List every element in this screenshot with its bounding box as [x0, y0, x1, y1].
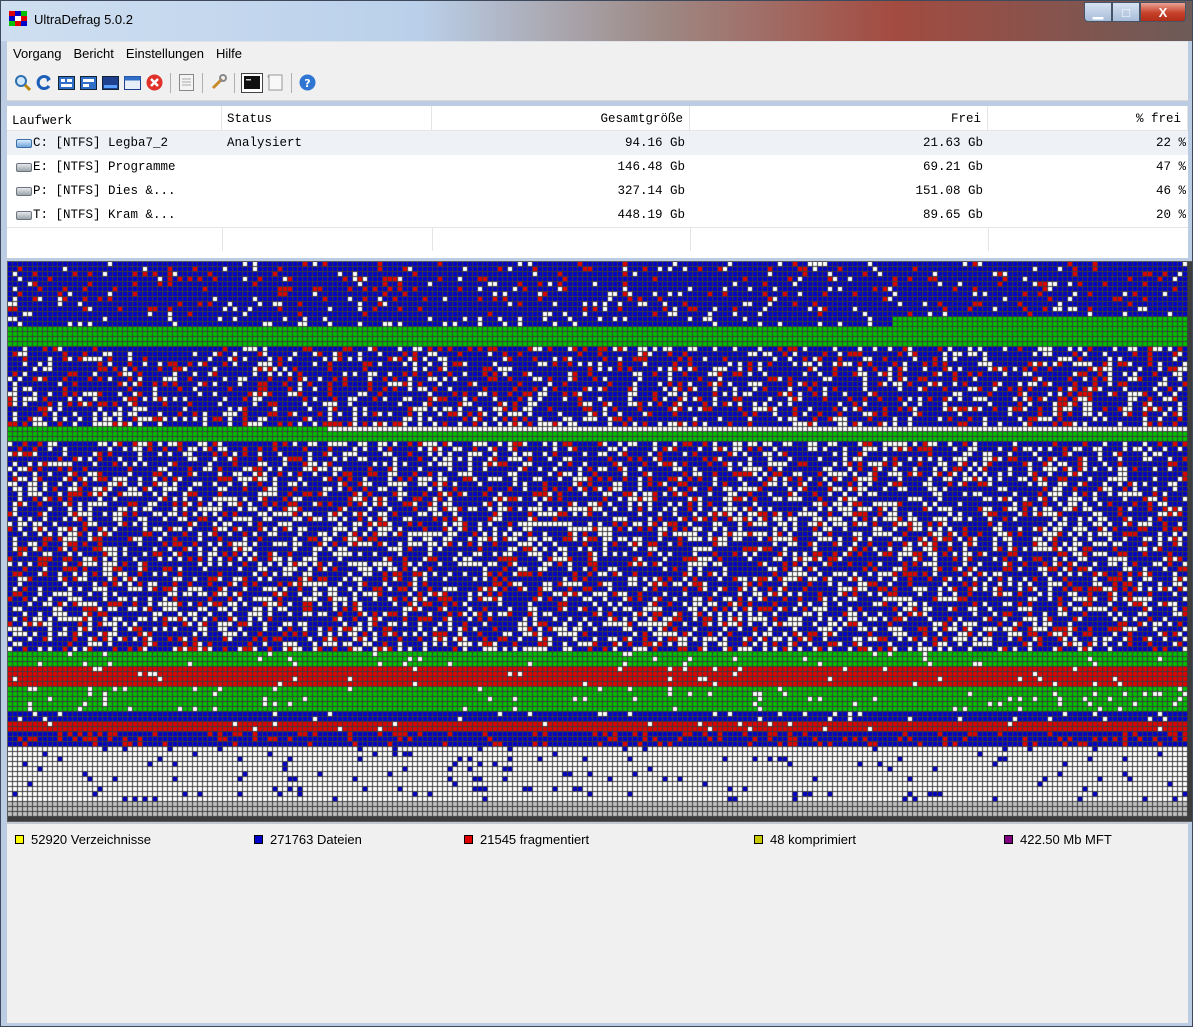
drive-icon [16, 210, 32, 220]
toolbar-separator [170, 72, 171, 93]
total-size-cell: 94.16 Gb [624, 136, 685, 150]
drive-row[interactable]: P: [NTFS] Dies &... 327.14 Gb 151.08 Gb … [7, 179, 1188, 203]
maximize-button[interactable]: □ [1112, 2, 1140, 22]
total-size-cell: 146.48 Gb [617, 160, 685, 174]
boot-script-icon[interactable] [266, 73, 285, 92]
drive-cell: P: [NTFS] Dies &... [7, 184, 222, 198]
menu-bar: Vorgang Bericht Einstellungen Hilfe [7, 41, 1188, 65]
drive-label: E: [NTFS] Programme [33, 160, 176, 174]
window-controls: ▁ □ X [1084, 2, 1186, 22]
compressed-count: 48 komprimiert [770, 832, 856, 847]
help-icon[interactable]: ? [298, 73, 317, 92]
drive-label: T: [NTFS] Kram &... [33, 208, 176, 222]
column-header-status[interactable]: Status [222, 106, 432, 130]
toolbar-separator [234, 72, 235, 93]
status-cell: Analysiert [227, 136, 303, 150]
free-cell: 89.65 Gb [922, 208, 983, 222]
minimize-button[interactable]: ▁ [1084, 2, 1112, 22]
close-button[interactable]: X [1140, 2, 1186, 22]
drive-cell: E: [NTFS] Programme [7, 160, 222, 174]
toolbar-separator [291, 72, 292, 93]
directories-count: 52920 Verzeichnisse [31, 832, 151, 847]
column-header-laufwerk[interactable]: Laufwerk [7, 106, 222, 130]
empty-cell [988, 228, 1188, 251]
drive-icon [16, 138, 32, 148]
directories-legend-icon [15, 835, 24, 844]
report-icon[interactable] [177, 73, 196, 92]
percent-free-cell: 20 % [1155, 208, 1186, 222]
drive-list: Laufwerk Status Gesamtgröße Frei % frei … [7, 106, 1188, 258]
drive-icon [16, 186, 32, 196]
drive-icon [16, 162, 32, 172]
status-directories: 52920 Verzeichnisse [7, 832, 246, 847]
menu-vorgang[interactable]: Vorgang [7, 43, 67, 65]
empty-row [7, 227, 1188, 251]
mft-legend-icon [1004, 835, 1013, 844]
cluster-map-panel[interactable] [7, 261, 1192, 822]
boot-time-icon[interactable] [241, 72, 263, 93]
empty-cell [690, 228, 988, 251]
svg-text:?: ? [304, 77, 310, 90]
drive-cell: T: [NTFS] Kram &... [7, 208, 222, 222]
optimize-mft-icon[interactable] [79, 73, 98, 92]
status-compressed: 48 komprimiert [746, 832, 996, 847]
mft-size: 422.50 Mb MFT [1020, 832, 1112, 847]
files-count: 271763 Dateien [270, 832, 362, 847]
cluster-map[interactable] [8, 262, 1192, 821]
percent-free-cell: 46 % [1155, 184, 1186, 198]
drive-row[interactable]: T: [NTFS] Kram &... 448.19 Gb 89.65 Gb 2… [7, 203, 1188, 227]
status-bar: 52920 Verzeichnisse 271763 Dateien 21545… [7, 823, 1188, 1023]
repeat-icon[interactable] [123, 73, 142, 92]
drive-row[interactable]: E: [NTFS] Programme 146.48 Gb 69.21 Gb 4… [7, 155, 1188, 179]
total-size-cell: 327.14 Gb [617, 184, 685, 198]
free-cell: 21.63 Gb [922, 136, 983, 150]
menu-einstellungen[interactable]: Einstellungen [120, 43, 210, 65]
window-title: UltraDefrag 5.0.2 [34, 12, 133, 27]
drive-row[interactable]: C: [NTFS] Legba7_2 Analysiert 94.16 Gb 2… [7, 131, 1188, 155]
drive-cell: C: [NTFS] Legba7_2 [7, 136, 222, 150]
app-window: UltraDefrag 5.0.2 ▁ □ X Vorgang Bericht … [0, 0, 1193, 1027]
status-fragmented: 21545 fragmentiert [456, 832, 746, 847]
analyze-icon[interactable] [13, 73, 32, 92]
drive-label: C: [NTFS] Legba7_2 [33, 136, 169, 150]
toolbar: ? [7, 65, 1188, 101]
defragment-icon[interactable] [35, 73, 54, 92]
percent-free-cell: 22 % [1155, 136, 1186, 150]
app-icon [9, 11, 27, 27]
files-legend-icon [254, 835, 263, 844]
settings-icon[interactable] [209, 73, 228, 92]
menu-hilfe[interactable]: Hilfe [210, 43, 248, 65]
fragmented-legend-icon [464, 835, 473, 844]
drive-label: P: [NTFS] Dies &... [33, 184, 176, 198]
compressed-legend-icon [754, 835, 763, 844]
quick-optimize-icon[interactable] [57, 73, 76, 92]
free-cell: 69.21 Gb [922, 160, 983, 174]
toolbar-separator [202, 72, 203, 93]
stop-icon[interactable] [145, 73, 164, 92]
column-header-prozent-frei[interactable]: % frei [988, 106, 1188, 130]
fragmented-count: 21545 fragmentiert [480, 832, 590, 847]
column-header-gesamtgroesse[interactable]: Gesamtgröße [432, 106, 690, 130]
full-optimize-icon[interactable] [101, 73, 120, 92]
status-mft: 422.50 Mb MFT [996, 832, 1112, 847]
column-header-frei[interactable]: Frei [690, 106, 988, 130]
drive-list-header: Laufwerk Status Gesamtgröße Frei % frei [7, 106, 1188, 131]
menu-bericht[interactable]: Bericht [67, 43, 119, 65]
percent-free-cell: 47 % [1155, 160, 1186, 174]
status-files: 271763 Dateien [246, 832, 456, 847]
empty-cell [432, 228, 690, 251]
total-size-cell: 448.19 Gb [617, 208, 685, 222]
empty-cell [222, 228, 432, 251]
free-cell: 151.08 Gb [915, 184, 983, 198]
title-bar[interactable]: UltraDefrag 5.0.2 ▁ □ X [1, 1, 1192, 41]
